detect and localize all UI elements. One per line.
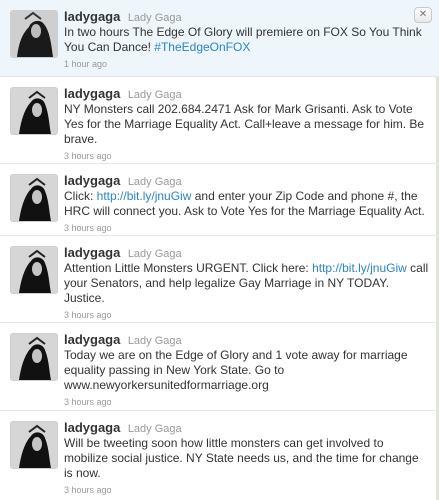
timestamp[interactable]: 3 hours ago [64,150,429,162]
avatar[interactable] [10,421,58,469]
dismiss-button[interactable]: ✕ [414,7,432,23]
tweet-text: Today we are on the Edge of Glory and 1 … [64,348,429,393]
screen-name-link[interactable]: ladygaga [64,420,120,435]
tweet-item[interactable]: ladygaga Lady Gaga In two hours The Edge… [0,0,439,77]
full-name: Lady Gaga [127,89,182,101]
full-name: Lady Gaga [127,423,182,435]
tweet-header: ladygaga Lady Gaga [64,9,429,24]
avatar[interactable] [10,333,58,381]
screen-name-link[interactable]: ladygaga [64,332,120,347]
avatar[interactable] [10,10,58,58]
full-name: Lady Gaga [127,12,182,24]
screen-name-link[interactable]: ladygaga [64,245,120,260]
tweet-header: ladygaga Lady Gaga [64,245,429,260]
short-url-link[interactable]: http://bit.ly/jnuGiw [97,189,192,203]
full-name: Lady Gaga [127,248,182,260]
tweet-header: ladygaga Lady Gaga [64,420,429,435]
avatar[interactable] [10,246,58,294]
tweet-header: ladygaga Lady Gaga [64,332,429,347]
short-url-link[interactable]: http://bit.ly/jnuGiw [312,261,407,275]
timestamp[interactable]: 3 hours ago [64,396,429,408]
tweet-item[interactable]: ladygaga Lady Gaga Attention Little Mons… [0,236,439,323]
tweet-text-part: NY Monsters call 202.684.2471 Ask for Ma… [64,102,425,146]
screen-name-link[interactable]: ladygaga [64,86,120,101]
timestamp[interactable]: 1 hour ago [64,58,429,70]
tweet-text: Will be tweeting soon how little monster… [64,436,429,481]
tweet-header: ladygaga Lady Gaga [64,86,429,101]
hashtag-link[interactable]: #TheEdgeOnFOX [154,40,250,54]
avatar[interactable] [10,174,58,222]
screen-name-link[interactable]: ladygaga [64,9,120,24]
avatar[interactable] [10,87,58,135]
x-icon: ✕ [418,9,428,20]
tweet-header: ladygaga Lady Gaga [64,173,429,188]
timestamp[interactable]: 3 hours ago [64,484,429,496]
tweet-text-part: Attention Little Monsters URGENT. Click … [64,261,313,275]
tweet-text-part: Will be tweeting soon how little monster… [64,436,419,480]
tweet-text: NY Monsters call 202.684.2471 Ask for Ma… [64,102,429,147]
timestamp[interactable]: 3 hours ago [64,222,429,234]
tweet-text: Click: http://bit.ly/jnuGiw and enter yo… [64,189,429,219]
tweet-item[interactable]: ladygaga Lady Gaga Click: http://bit.ly/… [0,164,439,236]
tweet-text: In two hours The Edge Of Glory will prem… [64,25,429,55]
tweet-item[interactable]: ladygaga Lady Gaga Will be tweeting soon… [0,411,439,500]
tweet-item[interactable]: ladygaga Lady Gaga Today we are on the E… [0,323,439,411]
screen-name-link[interactable]: ladygaga [64,173,120,188]
tweet-text: Attention Little Monsters URGENT. Click … [64,261,429,306]
timestamp[interactable]: 3 hours ago [64,309,429,321]
tweet-text-part: Today we are on the Edge of Glory and 1 … [64,348,408,392]
full-name: Lady Gaga [127,176,182,188]
tweet-text-part: Click: [64,189,97,203]
full-name: Lady Gaga [127,335,182,347]
tweet-item[interactable]: ladygaga Lady Gaga NY Monsters call 202.… [0,77,439,164]
tweet-timeline: ladygaga Lady Gaga In two hours The Edge… [0,0,439,500]
